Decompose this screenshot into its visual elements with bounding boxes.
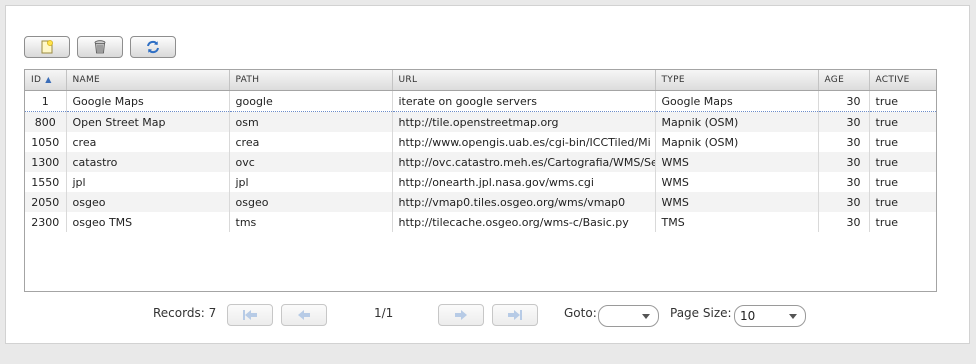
layers-grid: ID ▲ NAME PATH URL TYPE AGE ACTIVE 1 Goog…	[24, 69, 937, 292]
grid-header-row: ID ▲ NAME PATH URL TYPE AGE ACTIVE	[25, 70, 936, 91]
table-row[interactable]: 1 Google Maps google iterate on google s…	[25, 90, 936, 112]
chevron-down-icon	[789, 314, 797, 319]
column-header-type[interactable]: TYPE	[655, 70, 819, 91]
table-row[interactable]: 1300 catastro ovc http://ovc.catastro.me…	[25, 152, 936, 172]
table-row[interactable]: 1050 crea crea http://www.opengis.uab.es…	[25, 132, 936, 152]
cell-url: http://onearth.jpl.nasa.gov/wms.cgi	[392, 172, 656, 192]
cell-age: 30	[818, 90, 870, 112]
last-page-button[interactable]	[492, 304, 538, 326]
column-header-age[interactable]: AGE	[818, 70, 870, 91]
goto-select[interactable]	[598, 305, 659, 327]
cell-id: 1300	[25, 152, 67, 172]
cell-type: WMS	[655, 172, 819, 192]
cell-name: crea	[66, 132, 230, 152]
table-row[interactable]: 2050 osgeo osgeo http://vmap0.tiles.osge…	[25, 192, 936, 212]
previous-page-button[interactable]	[281, 304, 327, 326]
cell-path: osgeo	[229, 192, 393, 212]
next-page-button[interactable]	[438, 304, 484, 326]
pagination-bar: Records: 7 1/1 Goto: Page Size: 10	[6, 302, 969, 328]
first-page-icon	[243, 310, 257, 320]
cell-age: 30	[818, 212, 870, 232]
cell-active: true	[869, 90, 936, 112]
refresh-icon	[147, 40, 159, 54]
cell-id: 1	[25, 90, 67, 112]
table-row[interactable]: 800 Open Street Map osm http://tile.open…	[25, 111, 936, 132]
cell-age: 30	[818, 132, 870, 152]
cell-path: osm	[229, 111, 393, 132]
page-size-label: Page Size:	[670, 306, 732, 320]
cell-type: Google Maps	[655, 90, 819, 112]
cell-active: true	[869, 192, 936, 212]
cell-type: Mapnik (OSM)	[655, 132, 819, 152]
column-header-active[interactable]: ACTIVE	[869, 70, 936, 91]
trash-bin-icon	[94, 40, 106, 54]
new-layer-button[interactable]	[24, 36, 70, 58]
cell-name: Open Street Map	[66, 111, 230, 132]
cell-age: 30	[818, 192, 870, 212]
table-row[interactable]: 1550 jpl jpl http://onearth.jpl.nasa.gov…	[25, 172, 936, 192]
next-page-icon	[455, 310, 467, 320]
page-indicator: 1/1	[374, 306, 394, 320]
cell-active: true	[869, 111, 936, 132]
cell-age: 30	[818, 172, 870, 192]
cell-id: 2300	[25, 212, 67, 232]
cell-age: 30	[818, 111, 870, 132]
cell-type: TMS	[655, 212, 819, 232]
cell-type: Mapnik (OSM)	[655, 111, 819, 132]
cell-id: 800	[25, 111, 67, 132]
cell-url: http://tilecache.osgeo.org/wms-c/Basic.p…	[392, 212, 656, 232]
column-header-path[interactable]: PATH	[229, 70, 393, 91]
cell-path: ovc	[229, 152, 393, 172]
column-header-name[interactable]: NAME	[66, 70, 230, 91]
cell-url: iterate on google servers	[392, 90, 656, 112]
cell-active: true	[869, 212, 936, 232]
cell-url: http://ovc.catastro.meh.es/Cartografia/W…	[392, 152, 656, 172]
cell-path: jpl	[229, 172, 393, 192]
new-document-icon	[41, 40, 53, 54]
cell-name: catastro	[66, 152, 230, 172]
layers-panel: ID ▲ NAME PATH URL TYPE AGE ACTIVE 1 Goog…	[5, 5, 970, 344]
cell-name: Google Maps	[66, 90, 230, 112]
chevron-down-icon	[642, 314, 650, 319]
cell-name: jpl	[66, 172, 230, 192]
cell-url: http://tile.openstreetmap.org	[392, 111, 656, 132]
cell-age: 30	[818, 152, 870, 172]
cell-type: WMS	[655, 192, 819, 212]
column-header-id[interactable]: ID ▲	[25, 70, 67, 91]
cell-id: 2050	[25, 192, 67, 212]
table-row[interactable]: 2300 osgeo TMS tms http://tilecache.osge…	[25, 212, 936, 232]
cell-name: osgeo	[66, 192, 230, 212]
goto-label: Goto:	[564, 306, 597, 320]
page-size-select[interactable]: 10	[734, 305, 806, 327]
last-page-icon	[508, 310, 522, 320]
refresh-button[interactable]	[130, 36, 176, 58]
cell-active: true	[869, 172, 936, 192]
cell-id: 1050	[25, 132, 67, 152]
cell-type: WMS	[655, 152, 819, 172]
cell-path: google	[229, 90, 393, 112]
cell-active: true	[869, 152, 936, 172]
cell-path: tms	[229, 212, 393, 232]
cell-name: osgeo TMS	[66, 212, 230, 232]
delete-layer-button[interactable]	[77, 36, 123, 58]
previous-page-icon	[298, 310, 310, 320]
cell-active: true	[869, 132, 936, 152]
cell-id: 1550	[25, 172, 67, 192]
page-size-value: 10	[740, 309, 756, 323]
sort-ascending-icon: ▲	[45, 75, 52, 84]
cell-url: http://www.opengis.uab.es/cgi-bin/ICCTil…	[392, 132, 656, 152]
records-count: Records: 7	[153, 306, 217, 320]
first-page-button[interactable]	[227, 304, 273, 326]
column-header-url[interactable]: URL	[392, 70, 656, 91]
cell-path: crea	[229, 132, 393, 152]
cell-url: http://vmap0.tiles.osgeo.org/wms/vmap0	[392, 192, 656, 212]
toolbar	[24, 36, 176, 58]
